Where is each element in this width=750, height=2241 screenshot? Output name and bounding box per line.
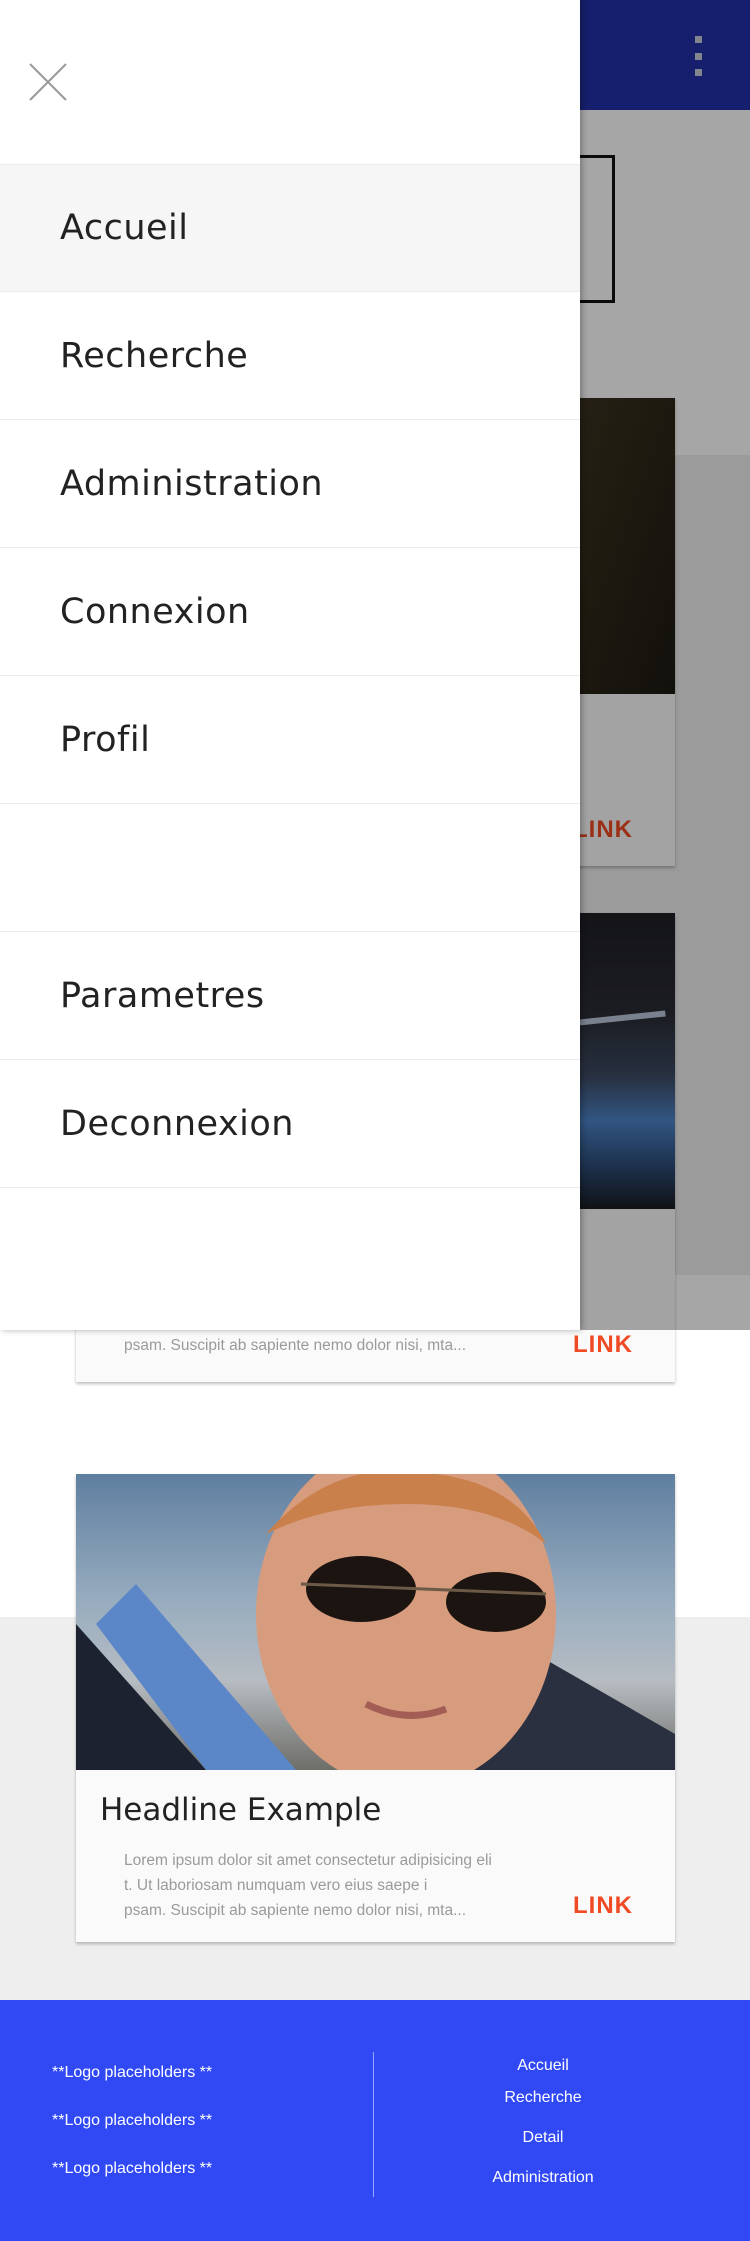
card-body-line: psam. Suscipit ab sapiente nemo dolor ni… bbox=[124, 1902, 467, 1919]
portrait-illustration bbox=[76, 1474, 675, 1770]
footer-divider bbox=[373, 2052, 374, 2197]
card-body-text: Lorem ipsum dolor sit amet consectetur a… bbox=[124, 1848, 514, 1923]
drawer-item-administration[interactable]: Administration bbox=[0, 420, 580, 548]
close-icon[interactable] bbox=[28, 62, 68, 102]
drawer-item-deconnexion[interactable]: Deconnexion bbox=[0, 1060, 580, 1188]
card-link[interactable]: LINK bbox=[573, 1331, 633, 1359]
drawer-item-parametres[interactable]: Parametres bbox=[0, 932, 580, 1060]
drawer-item-label: Recherche bbox=[60, 335, 249, 376]
drawer-menu: Accueil Recherche Administration Connexi… bbox=[0, 164, 580, 1188]
drawer-item-profil[interactable]: Profil bbox=[0, 676, 580, 804]
card-body-text: psam. Suscipit ab sapiente nemo dolor ni… bbox=[124, 1337, 467, 1354]
card-headline: Headline Example bbox=[100, 1792, 382, 1828]
card-image bbox=[76, 1474, 675, 1770]
drawer-item-recherche[interactable]: Recherche bbox=[0, 292, 580, 420]
footer-logo-placeholder: **Logo placeholders ** bbox=[52, 2064, 213, 2081]
card-link[interactable]: LINK bbox=[573, 1892, 633, 1920]
footer: **Logo placeholders ** **Logo placeholde… bbox=[0, 2000, 750, 2241]
drawer-item-label: Administration bbox=[60, 463, 324, 504]
drawer-item-label: Connexion bbox=[60, 591, 250, 632]
navigation-drawer: Accueil Recherche Administration Connexi… bbox=[0, 0, 580, 1330]
footer-link-accueil[interactable]: Accueil bbox=[390, 2057, 696, 2075]
drawer-item-empty[interactable] bbox=[0, 804, 580, 932]
drawer-item-label: Parametres bbox=[60, 975, 265, 1016]
drawer-item-connexion[interactable]: Connexion bbox=[0, 548, 580, 676]
card-body-line: t. Ut laboriosam numquam vero eius saepe… bbox=[124, 1877, 428, 1894]
card: Headline Example Lorem ipsum dolor sit a… bbox=[76, 1474, 675, 1942]
card-body-line: Lorem ipsum dolor sit amet consectetur a… bbox=[124, 1852, 492, 1869]
drawer-item-label: Profil bbox=[60, 719, 151, 760]
footer-logo-placeholder: **Logo placeholders ** bbox=[52, 2160, 213, 2177]
footer-link-recherche[interactable]: Recherche bbox=[390, 2089, 696, 2107]
footer-link-detail[interactable]: Detail bbox=[390, 2129, 696, 2147]
footer-logo-placeholder: **Logo placeholders ** bbox=[52, 2112, 213, 2129]
drawer-item-accueil[interactable]: Accueil bbox=[0, 164, 580, 292]
footer-link-administration[interactable]: Administration bbox=[390, 2169, 696, 2187]
drawer-item-label: Deconnexion bbox=[60, 1103, 294, 1144]
drawer-item-label: Accueil bbox=[60, 208, 189, 248]
